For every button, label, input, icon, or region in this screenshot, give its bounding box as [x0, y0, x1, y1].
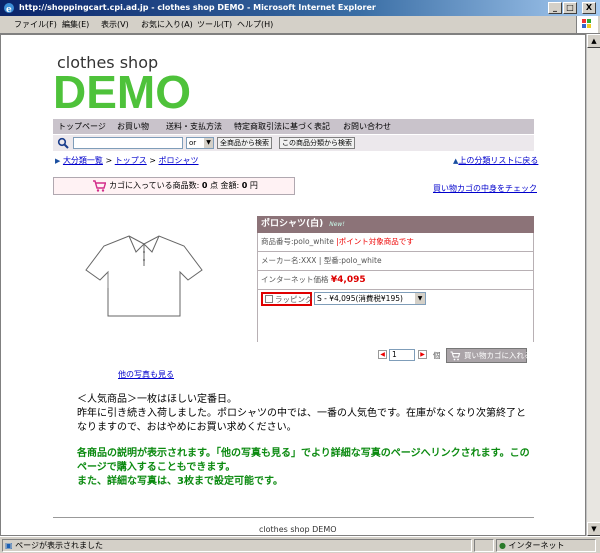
wrapping-option[interactable]: ラッピング	[261, 292, 313, 306]
footer-divider	[53, 517, 534, 518]
polo-shirt-image[interactable]	[84, 230, 204, 320]
product-title-bar: ポロシャツ(白) New!	[257, 216, 534, 233]
status-lock-panel	[474, 539, 494, 552]
cart-text: カゴに入っている商品数: 0 点 金額: 0 円	[109, 178, 258, 194]
footer-text: clothes shop DEMO	[259, 525, 337, 534]
nav-legal[interactable]: 特定商取引法に基づく表記	[234, 121, 330, 132]
status-zone-panel: ● インターネット	[496, 539, 596, 552]
size-select[interactable]: S - ¥4,095(消費税¥195) ▼	[314, 292, 426, 305]
add-to-cart-label: 買い物カゴに入れる	[464, 351, 532, 360]
menu-favorites[interactable]: お気に入り(A)	[141, 19, 193, 30]
windows-logo-icon	[576, 16, 598, 33]
scroll-up-button[interactable]: ▲	[587, 34, 600, 48]
product-name: ポロシャツ(白)	[261, 219, 324, 229]
cart-amount-label: 金額:	[220, 181, 240, 190]
globe-icon: ●	[499, 541, 506, 550]
page-icon: ▣	[5, 541, 13, 550]
size-select-value: S - ¥4,095(消費税¥195)	[317, 294, 403, 303]
quantity-input[interactable]: 1	[389, 349, 415, 361]
qty-decrease-button[interactable]: ◀	[378, 350, 387, 359]
nav-contact[interactable]: お問い合わせ	[343, 121, 391, 132]
breadcrumb-tops[interactable]: トップス	[115, 156, 147, 165]
status-message-panel: ▣ ページが表示されました	[2, 539, 472, 552]
menu-view[interactable]: 表示(V)	[101, 19, 129, 30]
cart-amount-unit: 円	[249, 181, 258, 190]
cart-icon	[93, 180, 106, 192]
product-maker-row: メーカー名:XXX | 型番:polo_white	[257, 252, 534, 271]
breadcrumb: ▶ 大分類一覧 > トップス > ポロシャツ	[55, 155, 199, 166]
cart-count: 0	[201, 181, 208, 190]
back-to-parent-link[interactable]: 上の分類リストに戻る	[458, 156, 538, 165]
cart-icon	[450, 351, 461, 361]
svg-text:e: e	[6, 5, 12, 14]
global-nav: トップページ お買い物 送料・支払方法 特定商取引法に基づく表記 お問い合わせ	[53, 119, 534, 134]
page-viewport: clothes shop DEMO トップページ お買い物 送料・支払方法 特定…	[0, 34, 586, 536]
price-label: インターネット価格	[261, 275, 329, 284]
maker-model: メーカー名:XXX | 型番:polo_white	[261, 256, 382, 265]
cart-count-label: カゴに入っている商品数:	[109, 181, 200, 190]
product-price-row: インターネット価格 ¥4,095	[257, 271, 534, 290]
window-title-bar[interactable]: e http://shoppingcart.cpi.ad.jp - clothe…	[0, 0, 600, 16]
search-all-button[interactable]: 全商品から検索	[217, 137, 272, 149]
product-description: ＜人気商品＞一枚はほしい定番日。 昨年に引き続き入荷しました。ポロシャツの中では…	[77, 393, 533, 489]
menu-edit[interactable]: 編集(E)	[62, 19, 89, 30]
ie-logo-icon: e	[4, 3, 14, 14]
nav-shipping[interactable]: 送料・支払方法	[166, 121, 222, 132]
search-mode-value: or	[189, 139, 197, 147]
search-bar: or ▼ 全商品から検索 この商品分類から検索	[53, 135, 534, 151]
status-message: ページが表示されました	[15, 541, 103, 550]
search-category-button[interactable]: この商品分類から検索	[279, 137, 355, 149]
quantity-unit: 個	[433, 351, 441, 360]
cart-count-unit: 点	[209, 181, 218, 190]
scroll-down-button[interactable]: ▼	[587, 522, 600, 536]
add-to-cart-button[interactable]: 買い物カゴに入れる	[446, 348, 532, 363]
close-button[interactable]: X	[582, 2, 596, 14]
wrapping-checkbox[interactable]	[265, 295, 273, 303]
price-value: ¥4,095	[330, 275, 366, 285]
description-headline: ＜人気商品＞一枚はほしい定番日。	[77, 394, 237, 405]
cart-summary: カゴに入っている商品数: 0 点 金額: 0 円	[53, 177, 295, 195]
logo-title[interactable]: DEMO	[53, 65, 191, 119]
minimize-button[interactable]: _	[548, 2, 562, 14]
menu-bar: ファイル(F) 編集(E) 表示(V) お気に入り(A) ツール(T) ヘルプ(…	[0, 16, 600, 34]
status-bar: ▣ ページが表示されました ● インターネット	[0, 536, 600, 553]
chevron-down-icon: ▼	[415, 293, 425, 304]
breadcrumb-polo[interactable]: ポロシャツ	[159, 156, 199, 165]
breadcrumb-top-category[interactable]: 大分類一覧	[63, 156, 103, 165]
chevron-down-icon: ▼	[204, 138, 213, 148]
maximize-button[interactable]: □	[563, 2, 577, 14]
point-note: |ポイント対象商品です	[336, 237, 414, 246]
menu-file[interactable]: ファイル(F)	[14, 19, 57, 30]
menu-tools[interactable]: ツール(T)	[197, 19, 232, 30]
product-code: 商品番号:polo_white	[261, 237, 334, 246]
window-title: http://shoppingcart.cpi.ad.jp - clothes …	[19, 3, 376, 12]
qty-increase-button[interactable]: ▶	[418, 350, 427, 359]
description-note-2: また、詳細な写真は、3枚まで設定可能です。	[77, 476, 283, 487]
search-mode-select[interactable]: or ▼	[186, 137, 214, 149]
new-badge: New!	[329, 221, 345, 228]
product-code-row: 商品番号:polo_white |ポイント対象商品です	[257, 233, 534, 252]
cart-check-link[interactable]: 買い物カゴの中身をチェック	[433, 183, 537, 194]
search-icon	[57, 137, 69, 149]
status-zone: インターネット	[508, 541, 565, 550]
description-body: 昨年に引き続き入荷しました。ポロシャツの中では、一番の人気色です。在庫がなくなり…	[77, 408, 526, 433]
back-to-parent: ▲上の分類リストに戻る	[453, 155, 538, 166]
search-input[interactable]	[73, 137, 183, 149]
nav-top[interactable]: トップページ	[58, 121, 106, 132]
breadcrumb-separator: >	[105, 156, 113, 165]
cart-amount: 0	[241, 181, 248, 190]
arrow-right-icon: ▶	[55, 157, 61, 165]
more-photos-link[interactable]: 他の写真も見る	[118, 369, 174, 380]
wrapping-label: ラッピング	[275, 295, 313, 304]
nav-shopping[interactable]: お買い物	[117, 121, 149, 132]
description-note-1: 各商品の説明が表示されます。「他の写真も見る」でより詳細な写真のページへリンクさ…	[77, 448, 530, 473]
breadcrumb-separator: >	[149, 156, 156, 165]
vertical-scrollbar[interactable]: ▲ ▼	[586, 34, 600, 536]
menu-help[interactable]: ヘルプ(H)	[237, 19, 273, 30]
